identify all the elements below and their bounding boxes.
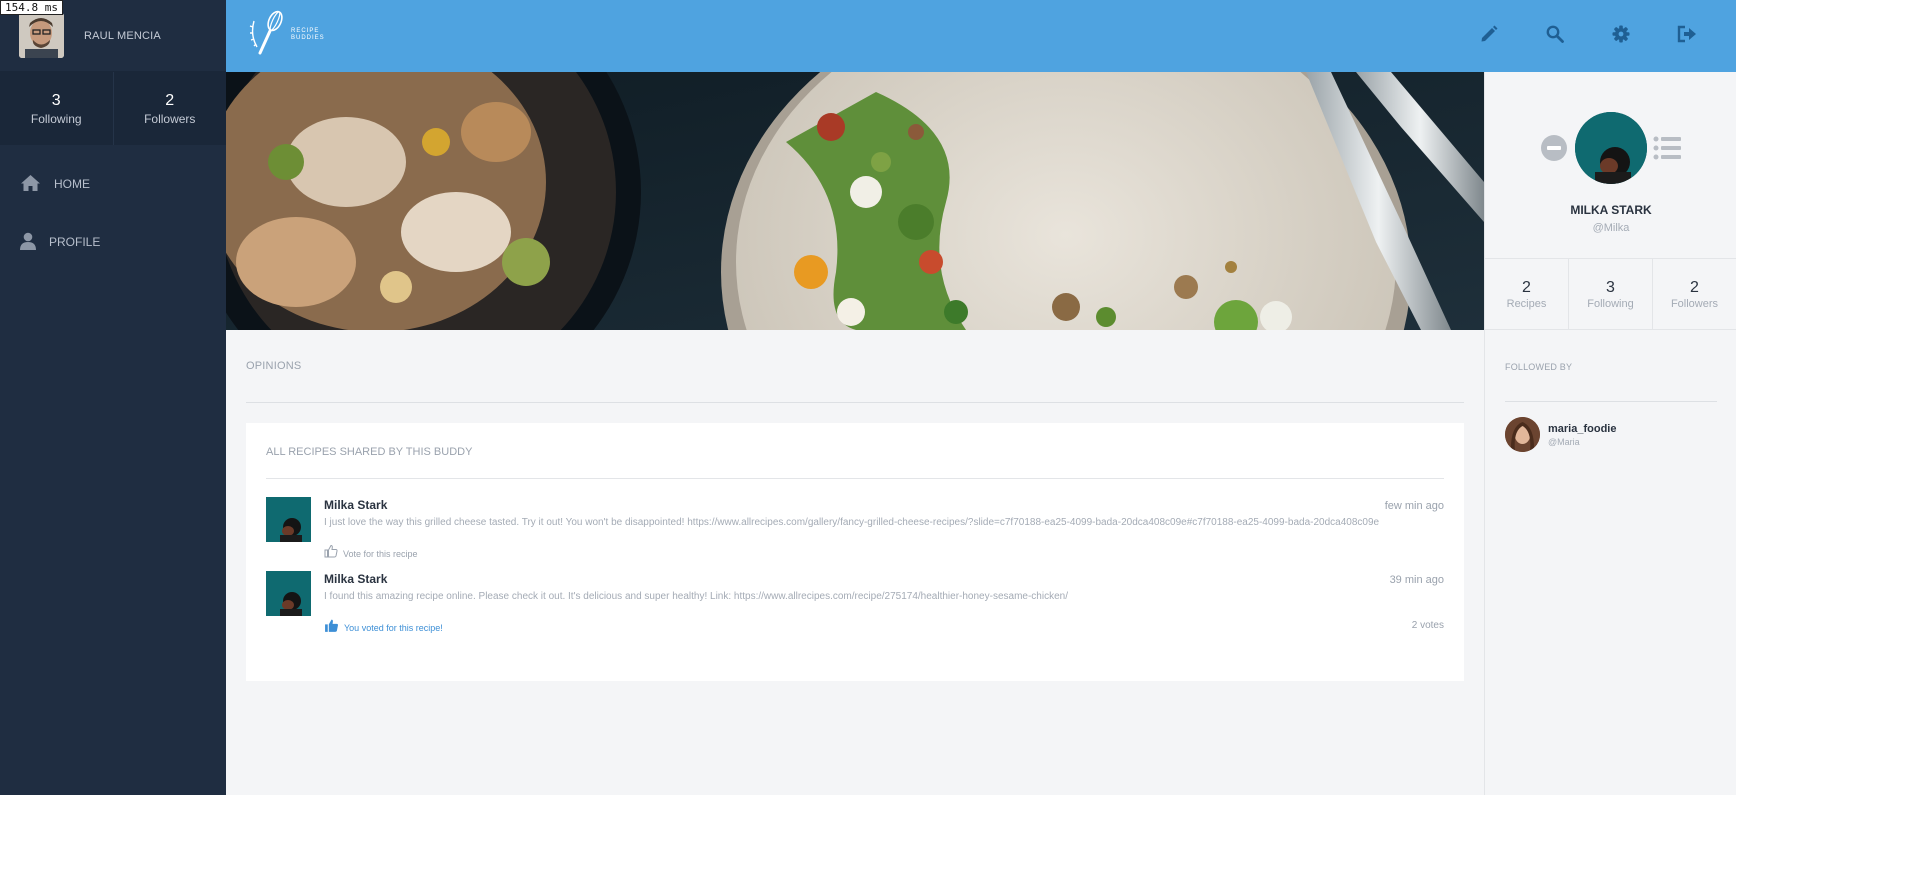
profile-stat-followers-value: 2 — [1690, 278, 1699, 296]
profile-stat-recipes-value: 2 — [1522, 278, 1531, 296]
profile-stat-followers-label: Followers — [1670, 297, 1719, 310]
nav-item-profile[interactable]: PROFILE — [0, 213, 226, 271]
logo-text: RECIPE BUDDIES — [291, 28, 325, 42]
list-icon — [1653, 136, 1681, 164]
followed-by-divider — [1505, 401, 1717, 402]
follower-info: maria_foodie @Maria — [1548, 423, 1616, 447]
follower-handle: @Maria — [1548, 436, 1580, 447]
nav-profile-label: PROFILE — [49, 235, 101, 249]
cover-image — [226, 72, 1484, 330]
recipe-list-button[interactable] — [1653, 136, 1681, 165]
settings-button[interactable] — [1588, 22, 1654, 50]
stat-followers-value: 2 — [165, 91, 175, 109]
nav-item-home[interactable]: HOME — [0, 155, 226, 213]
follower-avatar — [1505, 417, 1540, 452]
pencil-icon — [1480, 25, 1498, 48]
stat-followers[interactable]: 2 Followers — [112, 72, 227, 145]
post-author-name[interactable]: Milka Stark — [324, 498, 387, 512]
stat-following[interactable]: 3 Following — [0, 72, 113, 145]
opinions-title: OPINIONS — [246, 360, 302, 372]
profile-stat-following-value: 3 — [1606, 278, 1615, 296]
logo-text-line-2: BUDDIES — [291, 35, 325, 41]
recipes-card: ALL RECIPES SHARED BY THIS BUDDY Milka S… — [246, 423, 1464, 681]
logo-text-line-1: RECIPE — [291, 28, 320, 34]
profile-panel: MILKA STARK @Milka 2 Recipes 3 Following… — [1484, 72, 1736, 795]
post-author-avatar[interactable] — [266, 571, 311, 616]
user-icon — [20, 232, 36, 253]
stat-followers-label: Followers — [144, 111, 196, 126]
current-user-name[interactable]: RAUL MENCIA — [84, 30, 161, 42]
vote-label: You voted for this recipe! — [344, 623, 443, 633]
thumbs-up-filled-icon — [324, 618, 339, 638]
profile-stat-recipes-label: Recipes — [1506, 297, 1547, 310]
vote-button[interactable]: You voted for this recipe! — [324, 618, 443, 638]
app-logo[interactable]: RECIPE BUDDIES — [248, 9, 324, 62]
recipes-card-title: ALL RECIPES SHARED BY THIS BUDDY — [266, 446, 473, 458]
search-icon — [1546, 25, 1564, 48]
profile-stat-followers[interactable]: 2 Followers — [1652, 259, 1736, 329]
profile-stat-following[interactable]: 3 Following — [1568, 259, 1652, 329]
vote-button[interactable]: Vote for this recipe — [324, 544, 418, 563]
new-recipe-button[interactable] — [1456, 22, 1522, 50]
topbar-actions — [1456, 22, 1720, 50]
post-timestamp: few min ago — [1384, 500, 1444, 512]
thumbs-up-outline-icon — [324, 544, 338, 563]
post-text: I just love the way this grilled cheese … — [324, 517, 1380, 528]
profile-name: MILKA STARK — [1570, 203, 1652, 217]
profile-stats: 2 Recipes 3 Following 2 Followers — [1485, 258, 1736, 330]
current-user-avatar[interactable] — [19, 13, 64, 58]
gear-icon — [1612, 25, 1630, 48]
profile-handle: @Milka — [1592, 222, 1630, 234]
stat-following-value: 3 — [51, 91, 61, 109]
profile-avatar — [1575, 112, 1647, 184]
sidebar-nav: HOME PROFILE — [0, 145, 226, 271]
vote-label: Vote for this recipe — [343, 548, 418, 559]
current-user-stats: 3 Following 2 Followers — [0, 71, 226, 145]
post-timestamp: 39 min ago — [1389, 574, 1444, 586]
logout-button[interactable] — [1654, 22, 1720, 50]
nav-home-label: HOME — [54, 177, 90, 191]
recipe-post: Milka Stark few min ago I just love the … — [266, 497, 1444, 567]
section-divider — [246, 402, 1464, 403]
profile-stat-recipes[interactable]: 2 Recipes — [1485, 259, 1568, 329]
logout-icon — [1677, 25, 1697, 48]
post-author-name[interactable]: Milka Stark — [324, 572, 387, 586]
post-text: I found this amazing recipe online. Plea… — [324, 591, 1068, 602]
stat-following-label: Following — [30, 111, 82, 126]
topbar: RECIPE BUDDIES — [226, 0, 1736, 72]
profile-header: MILKA STARK @Milka — [1485, 72, 1736, 258]
perf-badge: 154.8 ms — [0, 0, 63, 15]
whisk-icon — [248, 9, 288, 62]
card-divider — [266, 478, 1444, 479]
follower-name[interactable]: maria_foodie — [1548, 423, 1616, 435]
home-icon — [20, 174, 41, 195]
main-content: OPINIONS ALL RECIPES SHARED BY THIS BUDD… — [226, 330, 1484, 795]
recipe-post: Milka Stark 39 min ago I found this amaz… — [266, 571, 1444, 641]
sidebar: RAUL MENCIA 3 Following 2 Followers HOME — [0, 0, 226, 795]
vote-count: 2 votes — [1411, 620, 1444, 631]
followed-by-title: FOLLOWED BY — [1505, 362, 1573, 372]
post-author-avatar[interactable] — [266, 497, 311, 542]
unfollow-button[interactable] — [1541, 135, 1567, 161]
profile-stat-following-label: Following — [1587, 297, 1634, 310]
follower-item[interactable]: maria_foodie @Maria — [1505, 417, 1616, 452]
search-button[interactable] — [1522, 22, 1588, 50]
app: RAUL MENCIA 3 Following 2 Followers HOME — [0, 0, 1736, 795]
